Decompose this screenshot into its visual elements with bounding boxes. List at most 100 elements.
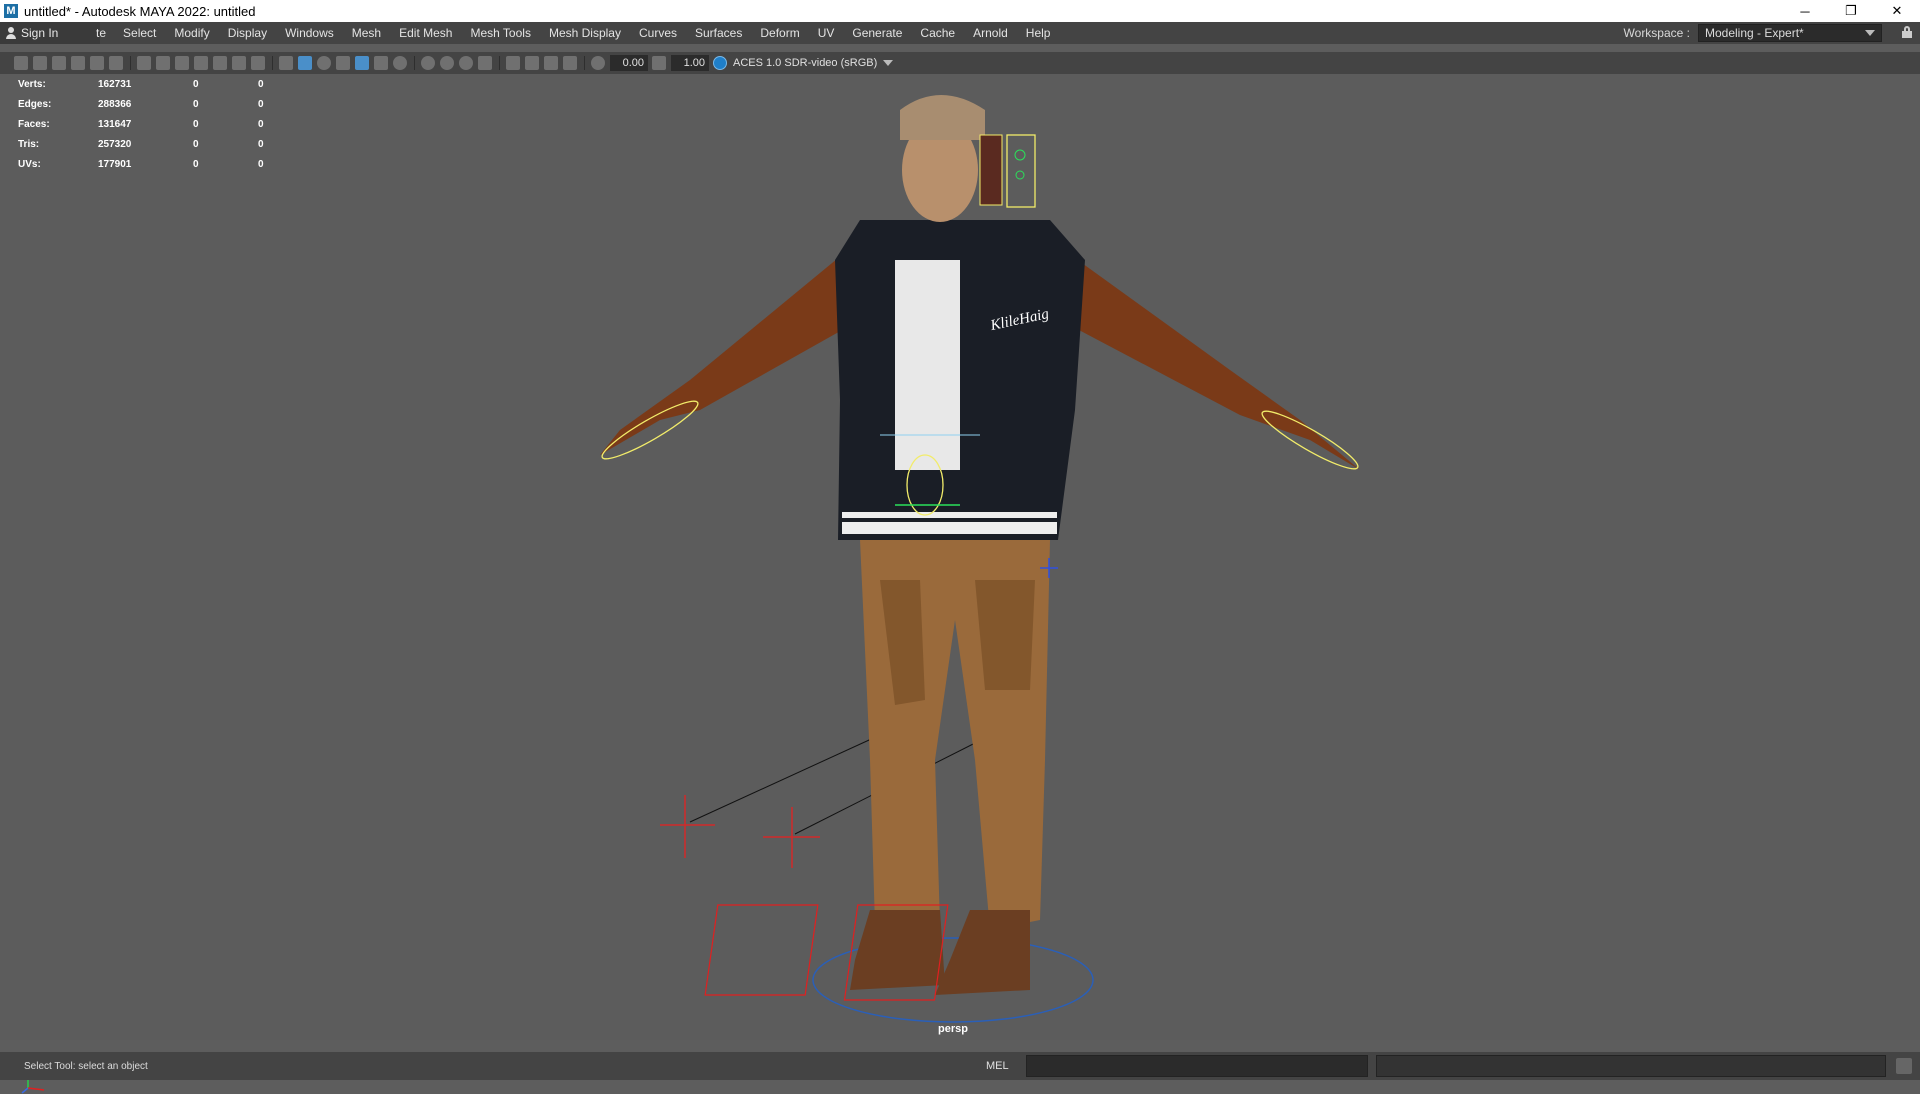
panel-toolbar: 0.00 1.00 ACES 1.0 SDR-video (sRGB) bbox=[0, 52, 1920, 74]
safe-action-icon[interactable] bbox=[232, 56, 246, 70]
menu-surfaces[interactable]: Surfaces bbox=[686, 26, 751, 40]
minimize-button[interactable]: ─ bbox=[1782, 0, 1828, 22]
command-line-bar: Select Tool: select an object MEL bbox=[0, 1052, 1920, 1080]
chevron-down-icon bbox=[1865, 30, 1875, 36]
backface-culling-icon[interactable] bbox=[563, 56, 577, 70]
anti-aliasing-icon[interactable] bbox=[459, 56, 473, 70]
menu-mesh[interactable]: Mesh bbox=[343, 26, 390, 40]
shadows-icon[interactable] bbox=[393, 56, 407, 70]
command-result bbox=[1376, 1055, 1886, 1077]
command-input[interactable] bbox=[1026, 1055, 1368, 1077]
poly-count-hud: Verts: 162731 0 0 Edges: 288366 0 0 Face… bbox=[18, 74, 288, 174]
menu-deform[interactable]: Deform bbox=[751, 26, 808, 40]
xray-icon[interactable] bbox=[525, 56, 539, 70]
2d-pan-zoom-icon[interactable] bbox=[109, 56, 123, 70]
user-icon bbox=[6, 27, 16, 39]
color-management-icon[interactable] bbox=[713, 56, 727, 70]
toolbar-separator bbox=[272, 56, 273, 70]
title-bar: M untitled* - Autodesk MAYA 2022: untitl… bbox=[0, 0, 1920, 22]
camera-name-label: persp bbox=[938, 1023, 968, 1035]
toolbar-separator bbox=[499, 56, 500, 70]
toolbar-separator bbox=[130, 56, 131, 70]
menu-mesh-tools[interactable]: Mesh Tools bbox=[461, 26, 539, 40]
view-transform-value: ACES 1.0 SDR-video (sRGB) bbox=[733, 57, 878, 69]
exposure-icon[interactable] bbox=[591, 56, 605, 70]
workspace-selector: Workspace : Modeling - Expert* bbox=[1624, 22, 1882, 44]
default-material-icon[interactable] bbox=[317, 56, 331, 70]
wireframe-on-shaded-icon[interactable] bbox=[336, 56, 350, 70]
hud-row-verts: Verts: 162731 0 0 bbox=[18, 78, 264, 90]
window-controls: ─ ❐ ✕ bbox=[1782, 0, 1920, 22]
menu-uv[interactable]: UV bbox=[809, 26, 844, 40]
wireframe-icon[interactable] bbox=[279, 56, 293, 70]
boot-right bbox=[935, 910, 1030, 995]
viewport-scene: KlileHaig bbox=[600, 95, 1360, 1023]
pole-locator-right bbox=[763, 807, 820, 868]
bookmark-icon[interactable] bbox=[52, 56, 66, 70]
hud-row-edges: Edges: 288366 0 0 bbox=[18, 98, 264, 110]
menu-modify[interactable]: Modify bbox=[165, 26, 218, 40]
xray-joints-icon[interactable] bbox=[544, 56, 558, 70]
grease-pencil-icon[interactable] bbox=[90, 56, 104, 70]
menu-mesh-display[interactable]: Mesh Display bbox=[540, 26, 630, 40]
film-gate-icon[interactable] bbox=[156, 56, 170, 70]
arm-left bbox=[600, 240, 860, 455]
menu-arnold[interactable]: Arnold bbox=[964, 26, 1017, 40]
gamma-field[interactable]: 1.00 bbox=[671, 55, 709, 71]
pole-locator-left bbox=[660, 795, 715, 858]
safe-title-icon[interactable] bbox=[251, 56, 265, 70]
maya-app-icon: M bbox=[4, 4, 18, 18]
resolution-gate-icon[interactable] bbox=[175, 56, 189, 70]
motion-blur-icon[interactable] bbox=[440, 56, 454, 70]
textured-icon[interactable] bbox=[355, 56, 369, 70]
hat bbox=[900, 95, 985, 140]
window-title: untitled* - Autodesk MAYA 2022: untitled bbox=[24, 3, 256, 19]
smooth-shade-icon[interactable] bbox=[298, 56, 312, 70]
menu-help[interactable]: Help bbox=[1017, 26, 1060, 40]
toolbar-separator bbox=[414, 56, 415, 70]
lock-icon[interactable] bbox=[1902, 26, 1912, 38]
sign-in-button[interactable]: Sign In bbox=[0, 22, 100, 44]
exposure-field[interactable]: 0.00 bbox=[610, 55, 648, 71]
menu-select[interactable]: Select bbox=[114, 26, 165, 40]
shirt bbox=[895, 260, 960, 470]
menu-edit-mesh[interactable]: Edit Mesh bbox=[390, 26, 461, 40]
toolbar-separator bbox=[584, 56, 585, 70]
menu-item-file-partial[interactable]: te bbox=[96, 26, 114, 40]
boot-left bbox=[850, 910, 945, 990]
foot-control-left bbox=[704, 904, 819, 996]
depth-of-field-icon[interactable] bbox=[478, 56, 492, 70]
facial-control-panel bbox=[979, 134, 1003, 206]
hud-row-tris: Tris: 257320 0 0 bbox=[18, 138, 264, 150]
menu-curves[interactable]: Curves bbox=[630, 26, 686, 40]
script-editor-icon[interactable] bbox=[1896, 1058, 1912, 1074]
menu-cache[interactable]: Cache bbox=[911, 26, 964, 40]
main-menubar: Sign In te Select Modify Display Windows… bbox=[0, 22, 1920, 44]
gamma-icon[interactable] bbox=[652, 56, 666, 70]
restore-button[interactable]: ❐ bbox=[1828, 0, 1874, 22]
view-transform-dropdown[interactable]: ACES 1.0 SDR-video (sRGB) bbox=[713, 55, 913, 71]
hud-row-faces: Faces: 131647 0 0 bbox=[18, 118, 264, 130]
field-chart-icon[interactable] bbox=[213, 56, 227, 70]
workspace-dropdown[interactable]: Modeling - Expert* bbox=[1698, 24, 1882, 42]
isolate-select-icon[interactable] bbox=[506, 56, 520, 70]
grid-icon[interactable] bbox=[137, 56, 151, 70]
help-line: Select Tool: select an object bbox=[24, 1060, 148, 1072]
arm-right bbox=[1050, 240, 1360, 470]
camera-select-icon[interactable] bbox=[14, 56, 28, 70]
close-button[interactable]: ✕ bbox=[1874, 0, 1920, 22]
chevron-down-icon bbox=[883, 60, 894, 66]
workspace-label: Workspace : bbox=[1623, 26, 1690, 40]
screen-space-ao-icon[interactable] bbox=[421, 56, 435, 70]
menu-display[interactable]: Display bbox=[219, 26, 276, 40]
3d-viewport[interactable]: KlileHaig bbox=[0, 74, 1920, 1094]
use-all-lights-icon[interactable] bbox=[374, 56, 388, 70]
sign-in-label: Sign In bbox=[21, 26, 59, 40]
menu-generate[interactable]: Generate bbox=[843, 26, 911, 40]
image-plane-icon[interactable] bbox=[71, 56, 85, 70]
workspace-value: Modeling - Expert* bbox=[1705, 26, 1804, 40]
gate-mask-icon[interactable] bbox=[194, 56, 208, 70]
command-language-toggle[interactable]: MEL bbox=[986, 1060, 1026, 1072]
menu-windows[interactable]: Windows bbox=[276, 26, 343, 40]
camera-attributes-icon[interactable] bbox=[33, 56, 47, 70]
